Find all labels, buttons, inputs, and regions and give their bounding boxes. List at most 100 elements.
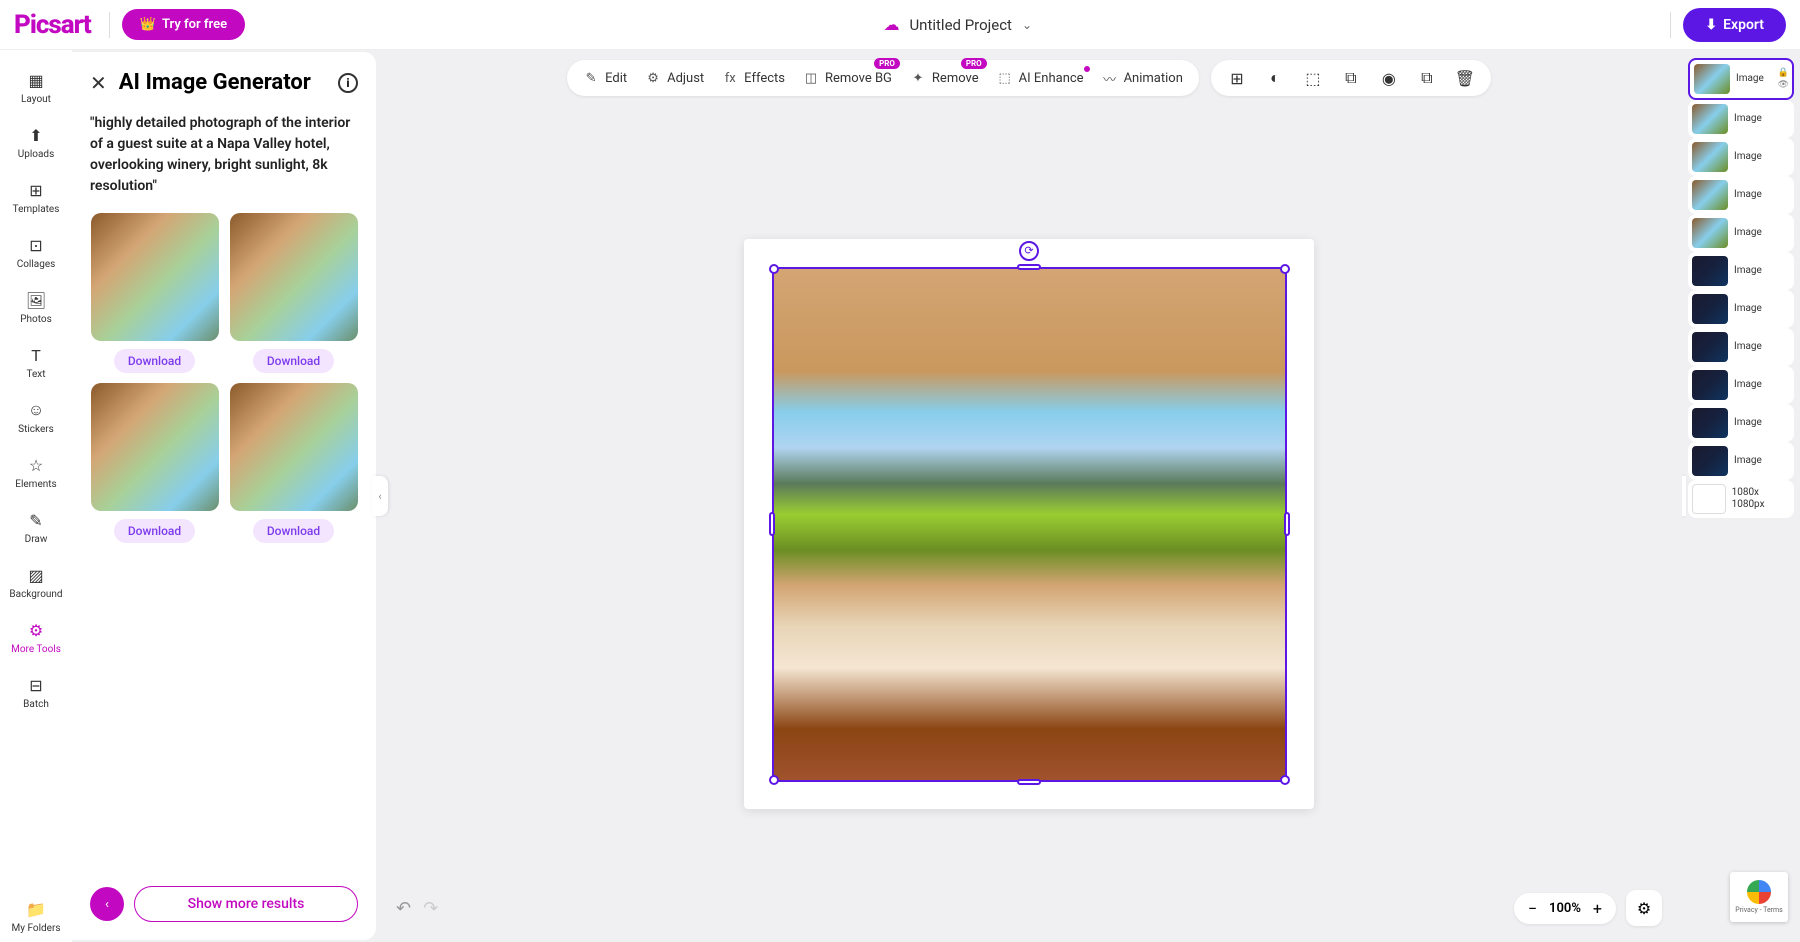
export-button[interactable]: ⬇ Export	[1683, 8, 1786, 42]
sidebar-item-batch[interactable]: ⊟Batch	[0, 667, 72, 718]
sidebar-item-draw[interactable]: ✎Draw	[0, 502, 72, 553]
undo-button[interactable]: ↶	[396, 898, 411, 919]
more-tools-icon: ⚙	[26, 620, 46, 640]
lock-icon[interactable]: 🔒	[1778, 68, 1789, 78]
sidebar-label: My Folders	[12, 923, 61, 934]
tool-effects[interactable]: fxEffects	[722, 70, 785, 86]
try-free-label: Try for free	[162, 17, 227, 32]
resize-handle-br[interactable]	[1280, 775, 1290, 785]
tool-label: AI Enhance	[1019, 71, 1084, 86]
layer-item-10[interactable]: Image	[1688, 442, 1794, 480]
layer-label: Image	[1734, 151, 1762, 163]
download-button-3[interactable]: Download	[114, 519, 195, 543]
tool-animation[interactable]: 〰Animation	[1102, 70, 1183, 86]
resize-handle-ml[interactable]	[769, 512, 775, 536]
close-icon[interactable]: ✕	[90, 71, 107, 95]
resize-handle-bl[interactable]	[769, 775, 779, 785]
layer-item-4[interactable]: Image	[1688, 214, 1794, 252]
draw-icon: ✎	[26, 510, 46, 530]
result-image-3[interactable]	[91, 383, 219, 511]
layer-thumb	[1694, 64, 1730, 94]
layer-item-1[interactable]: Image	[1688, 100, 1794, 138]
delete-icon[interactable]: 🗑	[1455, 68, 1475, 88]
tool-label: Remove BG	[825, 71, 892, 86]
download-button-2[interactable]: Download	[253, 349, 334, 373]
resize-handle-tl[interactable]	[769, 264, 779, 274]
layer-label: Image	[1734, 189, 1762, 201]
zoom-in-icon[interactable]: +	[1593, 899, 1602, 918]
back-button[interactable]: ‹	[90, 887, 124, 921]
result-image-4[interactable]	[230, 383, 358, 511]
sidebar-item-moretools[interactable]: ⚙More Tools	[0, 612, 72, 663]
layer-label: Image	[1734, 455, 1762, 467]
layer-item-11[interactable]: 1080x 1080px	[1688, 480, 1794, 518]
sidebar-item-elements[interactable]: ☆Elements	[0, 447, 72, 498]
sidebar-item-layout[interactable]: ▦Layout	[0, 62, 72, 113]
download-button-1[interactable]: Download	[114, 349, 195, 373]
align-icon[interactable]: ⊞	[1227, 68, 1247, 88]
layer-item-3[interactable]: Image	[1688, 176, 1794, 214]
sidebar-item-myfolders[interactable]: 📁 My Folders	[0, 891, 72, 942]
recaptcha-privacy[interactable]: Privacy	[1735, 906, 1758, 914]
layer-item-8[interactable]: Image	[1688, 366, 1794, 404]
recaptcha-terms[interactable]: Terms	[1763, 906, 1783, 914]
layer-item-2[interactable]: Image	[1688, 138, 1794, 176]
layer-item-0[interactable]: Image 🔒 👁	[1688, 58, 1794, 100]
redo-button[interactable]: ↷	[423, 898, 438, 919]
show-more-button[interactable]: Show more results	[134, 886, 358, 922]
canvas[interactable]: ⟳	[744, 239, 1314, 809]
sidebar-item-photos[interactable]: 🖼Photos	[0, 282, 72, 333]
layer-label: 1080x 1080px	[1732, 487, 1790, 511]
sidebar-item-background[interactable]: ▨Background	[0, 557, 72, 608]
crop-icon[interactable]: ⬚	[1303, 68, 1323, 88]
resize-handle-mr[interactable]	[1284, 512, 1290, 536]
folder-icon: 📁	[26, 899, 46, 919]
sidebar-item-stickers[interactable]: ☺Stickers	[0, 392, 72, 443]
tool-label: Adjust	[667, 71, 704, 86]
sidebar-item-collages[interactable]: ⊡Collages	[0, 227, 72, 278]
layer-item-7[interactable]: Image	[1688, 328, 1794, 366]
layer-label: Image	[1736, 73, 1764, 85]
tool-ai-enhance[interactable]: ⬚AI Enhance	[997, 70, 1084, 86]
visibility-icon[interactable]: 👁	[1778, 80, 1789, 90]
opacity-icon[interactable]: ◉	[1379, 68, 1399, 88]
selected-image[interactable]: ⟳	[772, 267, 1287, 782]
chevron-down-icon[interactable]: ⌄	[1022, 18, 1032, 32]
result-image-2[interactable]	[230, 213, 358, 341]
info-icon[interactable]: i	[338, 73, 358, 93]
sidebar-item-text[interactable]: TText	[0, 337, 72, 388]
layer-item-6[interactable]: Image	[1688, 290, 1794, 328]
layer-item-5[interactable]: Image	[1688, 252, 1794, 290]
divider	[109, 12, 110, 38]
resize-handle-tr[interactable]	[1280, 264, 1290, 274]
tool-adjust[interactable]: ⚙Adjust	[645, 70, 704, 86]
settings-button[interactable]: ⚙	[1626, 890, 1662, 926]
sidebar-item-uploads[interactable]: ⬆Uploads	[0, 117, 72, 168]
expand-layers-handle[interactable]: ›	[1682, 476, 1686, 516]
result-image-1[interactable]	[91, 213, 219, 341]
zoom-out-icon[interactable]: −	[1528, 899, 1537, 918]
download-button-4[interactable]: Download	[253, 519, 334, 543]
project-title[interactable]: Untitled Project	[909, 16, 1012, 34]
bottom-bar: ↶ ↷ − 100% + ⚙	[376, 890, 1682, 926]
resize-handle-mt[interactable]	[1017, 264, 1041, 270]
try-free-button[interactable]: 👑 Try for free	[122, 9, 245, 40]
rotate-handle[interactable]: ⟳	[1019, 241, 1039, 261]
duplicate-icon[interactable]: ⧉	[1417, 68, 1437, 88]
canvas-area: ✎Edit ⚙Adjust fxEffects PRO◫Remove BG PR…	[376, 50, 1682, 942]
layer-thumb	[1692, 408, 1728, 438]
sidebar-item-templates[interactable]: ⊞Templates	[0, 172, 72, 223]
logo[interactable]: Picsart	[14, 10, 91, 40]
templates-icon: ⊞	[26, 180, 46, 200]
flip-icon[interactable]: ◐	[1265, 68, 1285, 88]
tool-remove[interactable]: PRO✦Remove	[910, 70, 979, 86]
layer-item-9[interactable]: Image	[1688, 404, 1794, 442]
zoom-controls: − 100% +	[1514, 893, 1616, 924]
layer-order-icon[interactable]: ⧉	[1341, 68, 1361, 88]
resize-handle-mb[interactable]	[1017, 779, 1041, 785]
layer-thumb	[1692, 180, 1728, 210]
tool-remove-bg[interactable]: PRO◫Remove BG	[803, 70, 892, 86]
sidebar-label: Background	[9, 589, 62, 600]
tool-edit[interactable]: ✎Edit	[583, 70, 627, 86]
collages-icon: ⊡	[26, 235, 46, 255]
